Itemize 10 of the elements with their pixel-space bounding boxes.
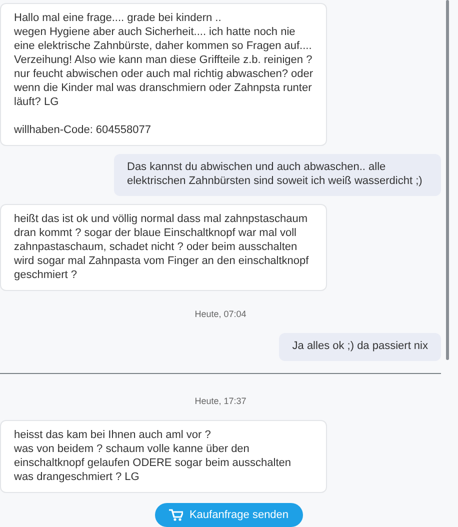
scrollbar[interactable] (446, 0, 449, 360)
cart-icon (169, 509, 184, 521)
timestamp: Heute, 07:04 (194, 309, 248, 319)
received-message: heisst das kam bei Ihnen auch aml vor ? was von beidem ? schaum volle kanne über den einschaltknopf gelaufen ODERE sogar beim ausschalten was drangeschmiert ? LG (0, 420, 327, 493)
received-message: Hallo mal eine frage.... grade bei kindern .. wegen Hygiene aber auch Sicherheit.... ich hatte noch nie eine elektrische Zahnbürste, daher kommen so Fragen auf.... Verzeihung! Also wie kann man diese Griffteile z.b. reinigen ? nur feucht abwischen oder auch mal richtig abwaschen? oder wenn die Kinder mal was dranschmiern oder Zahnpsta runter läuft? LG willhaben-Code: 604558077 (0, 3, 327, 146)
purchase-request-button[interactable]: Kaufanfrage senden (155, 503, 303, 527)
timestamp: Heute, 17:37 (194, 396, 248, 406)
sent-message: Das kannst du abwischen und auch abwaschen.. alle elektrischen Zahnbürsten sind soweit ich weiß wasserdicht ;) (114, 154, 441, 196)
sent-message: Ja alles ok ;) da passiert nix (279, 333, 441, 361)
received-message: heißt das ist ok und völlig normal dass mal zahnpstaschaum dran kommt ? sogar der blaue Einschaltknopf war mal voll zahnpastaschaum, schadet nicht ? oder beim ausschalten wird sogar mal Zahnpasta vom Finger an den einschaltknopf geschmiert ? (0, 204, 327, 291)
